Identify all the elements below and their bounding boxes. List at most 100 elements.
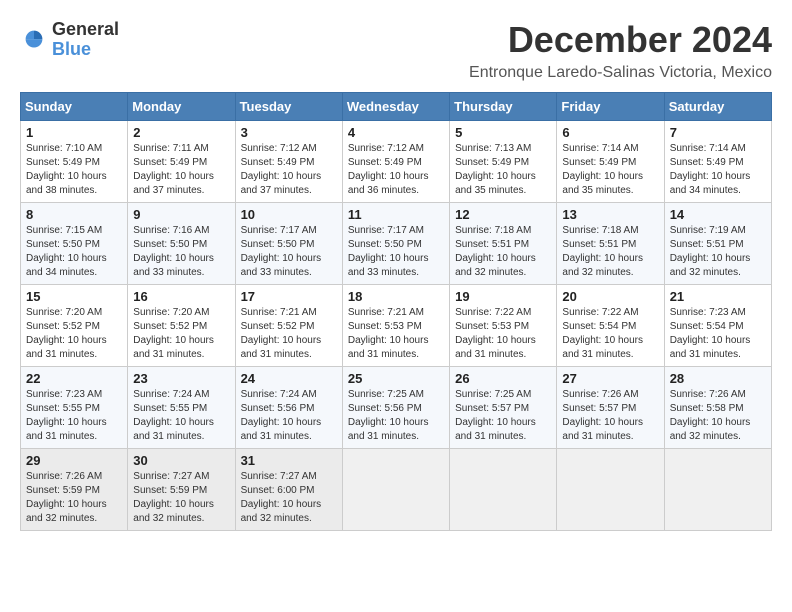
calendar-cell: 22Sunrise: 7:23 AMSunset: 5:55 PMDayligh… <box>21 366 128 448</box>
day-number: 26 <box>455 371 551 386</box>
day-info: Sunrise: 7:27 AMSunset: 5:59 PMDaylight:… <box>133 470 229 526</box>
header-tuesday: Tuesday <box>235 92 342 120</box>
day-info: Sunrise: 7:21 AMSunset: 5:52 PMDaylight:… <box>241 306 337 362</box>
day-info: Sunrise: 7:17 AMSunset: 5:50 PMDaylight:… <box>348 224 444 280</box>
calendar-cell <box>342 448 449 530</box>
day-info: Sunrise: 7:22 AMSunset: 5:53 PMDaylight:… <box>455 306 551 362</box>
page-header: General Blue December 2024 Entronque Lar… <box>20 20 772 82</box>
logo: General Blue <box>20 20 119 60</box>
day-number: 25 <box>348 371 444 386</box>
calendar-cell: 18 Sunrise: 7:21 AMSunset: 5:53 PMDayligh… <box>342 284 449 366</box>
calendar-cell: 24Sunrise: 7:24 AMSunset: 5:56 PMDayligh… <box>235 366 342 448</box>
calendar-cell: 14Sunrise: 7:19 AMSunset: 5:51 PMDayligh… <box>664 202 771 284</box>
day-number: 17 <box>241 289 337 304</box>
day-info: Sunrise: 7:14 AMSunset: 5:49 PMDaylight:… <box>670 142 766 198</box>
day-number: 20 <box>562 289 658 304</box>
day-info: Sunrise: 7:16 AMSunset: 5:50 PMDaylight:… <box>133 224 229 280</box>
day-number: 21 <box>670 289 766 304</box>
day-info: Sunrise: 7:25 AMSunset: 5:56 PMDaylight:… <box>348 388 444 444</box>
calendar-week-row: 22Sunrise: 7:23 AMSunset: 5:55 PMDayligh… <box>21 366 772 448</box>
day-number: 31 <box>241 453 337 468</box>
day-info: Sunrise: 7:26 AMSunset: 5:57 PMDaylight:… <box>562 388 658 444</box>
day-info: Sunrise: 7:10 AMSunset: 5:49 PMDaylight:… <box>26 142 122 198</box>
day-info: Sunrise: 7:26 AMSunset: 5:58 PMDaylight:… <box>670 388 766 444</box>
day-info: Sunrise: 7:18 AMSunset: 5:51 PMDaylight:… <box>455 224 551 280</box>
day-number: 19 <box>455 289 551 304</box>
calendar-cell: 25 Sunrise: 7:25 AMSunset: 5:56 PMDayligh… <box>342 366 449 448</box>
day-number: 18 <box>348 289 444 304</box>
calendar-cell <box>557 448 664 530</box>
calendar-cell <box>450 448 557 530</box>
day-info: Sunrise: 7:13 AMSunset: 5:49 PMDaylight:… <box>455 142 551 198</box>
header-sunday: Sunday <box>21 92 128 120</box>
calendar-cell: 8Sunrise: 7:15 AMSunset: 5:50 PMDaylight… <box>21 202 128 284</box>
month-title: December 2024 <box>469 20 772 60</box>
day-number: 6 <box>562 125 658 140</box>
logo-general-text: General <box>52 20 119 40</box>
calendar-cell: 4Sunrise: 7:12 AMSunset: 5:49 PMDaylight… <box>342 120 449 202</box>
day-number: 10 <box>241 207 337 222</box>
calendar-week-row: 8Sunrise: 7:15 AMSunset: 5:50 PMDaylight… <box>21 202 772 284</box>
calendar-header-row: SundayMondayTuesdayWednesdayThursdayFrid… <box>21 92 772 120</box>
calendar-cell: 26 Sunrise: 7:25 AMSunset: 5:57 PMDayligh… <box>450 366 557 448</box>
day-number: 12 <box>455 207 551 222</box>
day-info: Sunrise: 7:24 AMSunset: 5:55 PMDaylight:… <box>133 388 229 444</box>
day-number: 5 <box>455 125 551 140</box>
calendar-cell: 27 Sunrise: 7:26 AMSunset: 5:57 PMDayligh… <box>557 366 664 448</box>
calendar-cell <box>664 448 771 530</box>
calendar-cell: 10 Sunrise: 7:17 AMSunset: 5:50 PMDayligh… <box>235 202 342 284</box>
day-number: 15 <box>26 289 122 304</box>
day-info: Sunrise: 7:20 AMSunset: 5:52 PMDaylight:… <box>26 306 122 362</box>
location-title: Entronque Laredo-Salinas Victoria, Mexic… <box>469 64 772 82</box>
day-info: Sunrise: 7:19 AMSunset: 5:51 PMDaylight:… <box>670 224 766 280</box>
day-number: 11 <box>348 207 444 222</box>
calendar-cell: 30Sunrise: 7:27 AMSunset: 5:59 PMDayligh… <box>128 448 235 530</box>
calendar-cell: 11 Sunrise: 7:17 AMSunset: 5:50 PMDayligh… <box>342 202 449 284</box>
day-info: Sunrise: 7:18 AMSunset: 5:51 PMDaylight:… <box>562 224 658 280</box>
calendar-cell: 29 Sunrise: 7:26 AMSunset: 5:59 PMDayligh… <box>21 448 128 530</box>
day-info: Sunrise: 7:17 AMSunset: 5:50 PMDaylight:… <box>241 224 337 280</box>
calendar-cell: 17 Sunrise: 7:21 AMSunset: 5:52 PMDayligh… <box>235 284 342 366</box>
calendar-cell: 13 Sunrise: 7:18 AMSunset: 5:51 PMDayligh… <box>557 202 664 284</box>
logo-blue-text: Blue <box>52 40 119 60</box>
day-info: Sunrise: 7:26 AMSunset: 5:59 PMDaylight:… <box>26 470 122 526</box>
calendar-cell: 19 Sunrise: 7:22 AMSunset: 5:53 PMDayligh… <box>450 284 557 366</box>
header-friday: Friday <box>557 92 664 120</box>
day-info: Sunrise: 7:20 AMSunset: 5:52 PMDaylight:… <box>133 306 229 362</box>
calendar-cell: 7Sunrise: 7:14 AMSunset: 5:49 PMDaylight… <box>664 120 771 202</box>
calendar-week-row: 29 Sunrise: 7:26 AMSunset: 5:59 PMDayligh… <box>21 448 772 530</box>
day-info: Sunrise: 7:12 AMSunset: 5:49 PMDaylight:… <box>241 142 337 198</box>
day-info: Sunrise: 7:23 AMSunset: 5:54 PMDaylight:… <box>670 306 766 362</box>
calendar-cell: 5 Sunrise: 7:13 AMSunset: 5:49 PMDaylight… <box>450 120 557 202</box>
day-info: Sunrise: 7:15 AMSunset: 5:50 PMDaylight:… <box>26 224 122 280</box>
day-number: 3 <box>241 125 337 140</box>
day-number: 9 <box>133 207 229 222</box>
calendar-cell: 3 Sunrise: 7:12 AMSunset: 5:49 PMDaylight… <box>235 120 342 202</box>
calendar-cell: 20 Sunrise: 7:22 AMSunset: 5:54 PMDayligh… <box>557 284 664 366</box>
header-thursday: Thursday <box>450 92 557 120</box>
day-info: Sunrise: 7:11 AMSunset: 5:49 PMDaylight:… <box>133 142 229 198</box>
day-number: 27 <box>562 371 658 386</box>
title-area: December 2024 Entronque Laredo-Salinas V… <box>469 20 772 82</box>
day-info: Sunrise: 7:22 AMSunset: 5:54 PMDaylight:… <box>562 306 658 362</box>
calendar-table: SundayMondayTuesdayWednesdayThursdayFrid… <box>20 92 772 531</box>
day-number: 16 <box>133 289 229 304</box>
day-number: 13 <box>562 207 658 222</box>
day-number: 24 <box>241 371 337 386</box>
calendar-cell: 2 Sunrise: 7:11 AMSunset: 5:49 PMDaylight… <box>128 120 235 202</box>
day-number: 29 <box>26 453 122 468</box>
day-number: 28 <box>670 371 766 386</box>
day-info: Sunrise: 7:12 AMSunset: 5:49 PMDaylight:… <box>348 142 444 198</box>
calendar-cell: 1 Sunrise: 7:10 AMSunset: 5:49 PMDaylight… <box>21 120 128 202</box>
calendar-week-row: 1 Sunrise: 7:10 AMSunset: 5:49 PMDaylight… <box>21 120 772 202</box>
calendar-week-row: 15 Sunrise: 7:20 AMSunset: 5:52 PMDayligh… <box>21 284 772 366</box>
day-info: Sunrise: 7:21 AMSunset: 5:53 PMDaylight:… <box>348 306 444 362</box>
day-number: 22 <box>26 371 122 386</box>
day-number: 1 <box>26 125 122 140</box>
calendar-cell: 6Sunrise: 7:14 AMSunset: 5:49 PMDaylight… <box>557 120 664 202</box>
logo-icon <box>20 26 48 54</box>
header-saturday: Saturday <box>664 92 771 120</box>
day-number: 2 <box>133 125 229 140</box>
day-info: Sunrise: 7:25 AMSunset: 5:57 PMDaylight:… <box>455 388 551 444</box>
calendar-cell: 16 Sunrise: 7:20 AMSunset: 5:52 PMDayligh… <box>128 284 235 366</box>
